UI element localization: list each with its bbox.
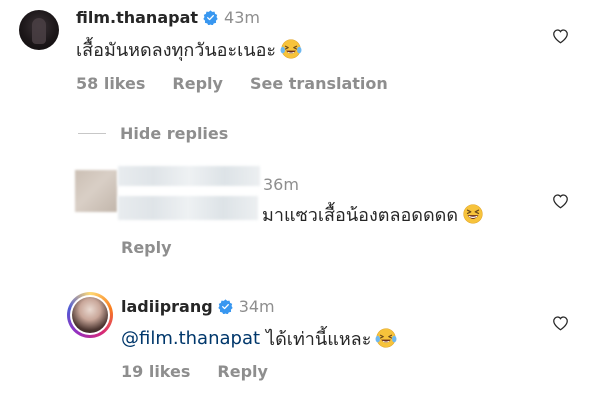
verified-badge-icon [218, 298, 233, 314]
comment-meta: 58 likes Reply See translation [76, 72, 415, 94]
likes-count[interactable]: 19 likes [121, 362, 190, 381]
laughing-tears-emoji-icon [375, 328, 397, 348]
reply-header: 36m [263, 173, 299, 195]
comment-body: เสื้อมันหดลงทุกวันอะเนอะ [76, 36, 302, 62]
reply-text: มาแซวเสื้อน้องตลอดดดด [262, 204, 459, 226]
comment-username[interactable]: film.thanapat [76, 8, 198, 27]
avatar-blurred[interactable] [75, 170, 117, 212]
likes-count[interactable]: 58 likes [76, 74, 145, 93]
like-heart-icon[interactable] [552, 193, 569, 209]
comment-time: 43m [224, 7, 260, 27]
see-translation-button[interactable]: See translation [250, 74, 388, 93]
comment-text: เสื้อมันหดลงทุกวันอะเนอะ [76, 39, 277, 61]
laughing-tears-emoji-icon [280, 39, 302, 59]
reply-button[interactable]: Reply [121, 238, 172, 257]
mention-link[interactable]: @film.thanapat [121, 328, 260, 349]
reply-body: @film.thanapat ได้เท่านี้แหละ [121, 325, 397, 351]
comment-header: film.thanapat 43m [76, 6, 260, 28]
reply-button[interactable]: Reply [217, 362, 268, 381]
hide-replies-label: Hide replies [120, 123, 229, 143]
reply-text: ได้เท่านี้แหละ [266, 328, 372, 350]
verified-badge-icon [203, 9, 218, 25]
avatar-film-thanapat[interactable] [19, 10, 59, 50]
hide-replies-line [78, 133, 106, 134]
reply-body: มาแซวเสื้อน้องตลอดดดด [262, 201, 484, 227]
reply-meta: 19 likes Reply [121, 360, 295, 382]
reply-username[interactable]: ladiiprang [121, 297, 213, 316]
like-heart-icon[interactable] [552, 315, 569, 331]
blurred-text [118, 196, 258, 220]
avatar-figure [32, 18, 46, 44]
reply-meta: Reply [121, 236, 199, 258]
reply-button[interactable]: Reply [172, 74, 223, 93]
like-heart-icon[interactable] [552, 28, 569, 44]
reply-time: 34m [238, 296, 275, 316]
reply-time: 36m [263, 174, 299, 194]
comments-thread: film.thanapat 43m เสื้อมันหดลงทุกวันอะเน… [0, 0, 600, 406]
grinning-squint-emoji-icon [463, 204, 483, 224]
avatar-ladiiprang[interactable] [67, 292, 113, 338]
reply-header: ladiiprang 34m [121, 295, 275, 317]
avatar-photo [72, 297, 108, 333]
hide-replies-button[interactable]: Hide replies [120, 122, 228, 144]
blurred-username [118, 166, 260, 186]
